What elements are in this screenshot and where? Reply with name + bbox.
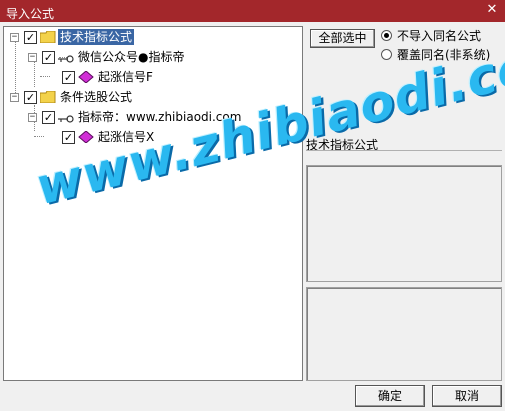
tree-node-label: 条件选股公式 — [60, 90, 133, 104]
parameters-panel — [306, 287, 502, 381]
checkbox-tech-formulas[interactable]: ✓ — [24, 31, 37, 44]
tree-node-label: 微信公众号●指标帝 — [78, 50, 185, 64]
close-icon[interactable]: ✕ — [484, 2, 500, 18]
description-panel — [306, 165, 502, 282]
checkbox-screening-formulas[interactable]: ✓ — [24, 91, 37, 104]
radio-label: 覆盖同名(非系统) — [397, 48, 491, 62]
checkbox-formula-x[interactable]: ✓ — [62, 131, 75, 144]
radio-skip-duplicates[interactable]: 不导入同名公式 — [381, 28, 501, 44]
title-bar: 导入公式 ✕ — [0, 0, 505, 22]
ok-button[interactable]: 确定 — [355, 385, 425, 407]
cancel-button[interactable]: 取消 — [432, 385, 502, 407]
folder-icon — [40, 91, 56, 103]
tree-node-formula-x[interactable]: ✓ 起涨信号X — [4, 129, 294, 147]
radio-button[interactable] — [381, 30, 392, 41]
tree-node-label: 指标帝：www.zhibiaodi.com — [78, 110, 242, 124]
diamond-icon — [78, 130, 94, 144]
checkbox-author-site[interactable]: ✓ — [42, 111, 55, 124]
radio-overwrite-duplicates[interactable]: 覆盖同名(非系统) — [381, 47, 501, 63]
window-title: 导入公式 — [6, 7, 55, 21]
tree-node-author-wechat[interactable]: − ✓ 微信公众号●指标帝 — [4, 49, 294, 67]
tree-node-label: 起涨信号F — [98, 70, 153, 84]
collapse-icon[interactable]: − — [28, 113, 37, 122]
radio-button[interactable] — [381, 49, 392, 60]
collapse-icon[interactable]: − — [10, 93, 19, 102]
tree-node-screening-formulas[interactable]: − ✓ 条件选股公式 — [4, 89, 294, 107]
key-icon — [58, 53, 74, 63]
tree-node-label: 起涨信号X — [98, 130, 155, 144]
tree-node-formula-f[interactable]: ✓ 起涨信号F — [4, 69, 294, 87]
key-icon — [58, 113, 74, 123]
collapse-icon[interactable]: − — [28, 53, 37, 62]
checkbox-formula-f[interactable]: ✓ — [62, 71, 75, 84]
folder-icon — [40, 31, 56, 43]
select-all-button[interactable]: 全部选中 — [310, 29, 375, 48]
checkbox-author-wechat[interactable]: ✓ — [42, 51, 55, 64]
diamond-icon — [78, 70, 94, 84]
tree-node-tech-formulas[interactable]: − ✓ 技术指标公式 — [4, 29, 294, 47]
radio-label: 不导入同名公式 — [397, 29, 482, 43]
tree-node-author-site[interactable]: − ✓ 指标帝：www.zhibiaodi.com — [4, 109, 300, 127]
collapse-icon[interactable]: − — [10, 33, 19, 42]
formula-name-divider — [306, 150, 502, 160]
tree-node-label: 技术指标公式 — [58, 29, 135, 45]
formula-tree[interactable]: − ✓ 技术指标公式 − ✓ 微信公众号●指标帝 ✓ 起涨信号F − ✓ 条件选… — [3, 26, 303, 381]
